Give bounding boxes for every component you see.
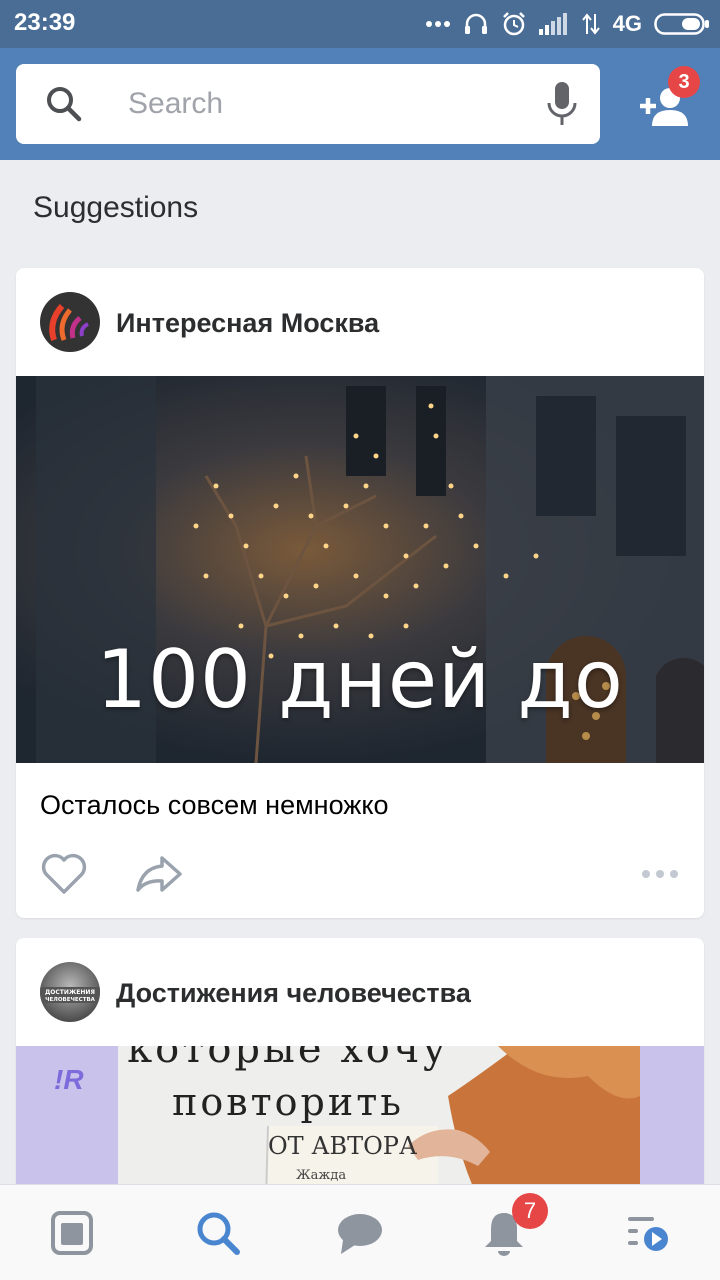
search-input[interactable] <box>128 64 528 144</box>
book-cover-subtitle: Жажда <box>296 1168 347 1183</box>
more-options-button[interactable] <box>640 864 680 884</box>
search-box[interactable] <box>16 64 600 144</box>
friend-requests-badge: 3 <box>668 66 700 98</box>
like-button[interactable] <box>38 850 90 898</box>
battery-icon <box>654 13 709 35</box>
data-arrows-icon <box>581 13 600 35</box>
post-image[interactable]: !R которые хочу повторить ОТ АВТОРА Жажд… <box>16 1046 704 1198</box>
signal-icon <box>538 13 567 35</box>
status-icons: 4G <box>425 8 710 40</box>
menu-icon <box>628 1217 668 1251</box>
add-friend-button[interactable]: 3 <box>636 66 700 138</box>
book-text-line: которые хочу <box>127 1046 449 1072</box>
share-icon <box>136 856 182 892</box>
heart-icon <box>41 853 87 894</box>
nav-notifications[interactable]: 7 <box>476 1193 548 1259</box>
messages-icon <box>338 1214 382 1254</box>
source-name[interactable]: Достижения человечества <box>116 978 471 1009</box>
notifications-badge: 7 <box>512 1193 548 1229</box>
book-cover-title: ОТ АВТОРА <box>268 1132 418 1160</box>
source-avatar[interactable] <box>40 292 100 352</box>
post-card: Интересная Москва 100 дней до Осталось с… <box>16 268 704 918</box>
more-dots-icon <box>642 870 678 878</box>
book-photo: которые хочу повторить ОТ АВТОРА Жажда <box>118 1046 640 1198</box>
more-dots-icon <box>425 21 450 27</box>
post-image[interactable]: 100 дней до <box>16 376 704 763</box>
book-text-line: повторить <box>172 1080 404 1124</box>
source-name[interactable]: Интересная Москва <box>116 308 379 339</box>
share-button[interactable] <box>132 850 186 898</box>
bottom-navigation: 7 <box>0 1184 720 1280</box>
status-time: 23:39 <box>14 9 76 36</box>
svg-text:ДОСТИЖЕНИЯ: ДОСТИЖЕНИЯ <box>45 989 95 996</box>
status-bar: 23:39 4G <box>0 0 720 48</box>
nav-search[interactable] <box>190 1207 246 1259</box>
svg-text:ЧЕЛОВЕЧЕСТВА: ЧЕЛОВЕЧЕСТВА <box>45 997 96 1003</box>
search-icon <box>197 1212 240 1255</box>
post-text: Осталось совсем немножко <box>40 790 389 820</box>
search-icon <box>47 87 82 122</box>
image-caption: 100 дней до <box>96 633 624 726</box>
headphones-icon <box>464 13 487 34</box>
microphone-icon[interactable] <box>546 82 578 126</box>
nav-feed[interactable] <box>44 1207 100 1259</box>
feed-icon <box>51 1211 93 1255</box>
nav-menu[interactable] <box>620 1207 676 1259</box>
top-bar: 3 <box>0 48 720 160</box>
section-title: Suggestions <box>33 191 199 224</box>
nav-messages[interactable] <box>332 1207 388 1259</box>
network-type: 4G <box>612 11 642 36</box>
post-card: ДОСТИЖЕНИЯ ЧЕЛОВЕЧЕСТВА Достижения челове… <box>16 938 704 1198</box>
alarm-icon <box>502 12 525 36</box>
source-avatar[interactable]: ДОСТИЖЕНИЯ ЧЕЛОВЕЧЕСТВА <box>40 962 100 1022</box>
image-side-mark: !R <box>54 1064 84 1095</box>
